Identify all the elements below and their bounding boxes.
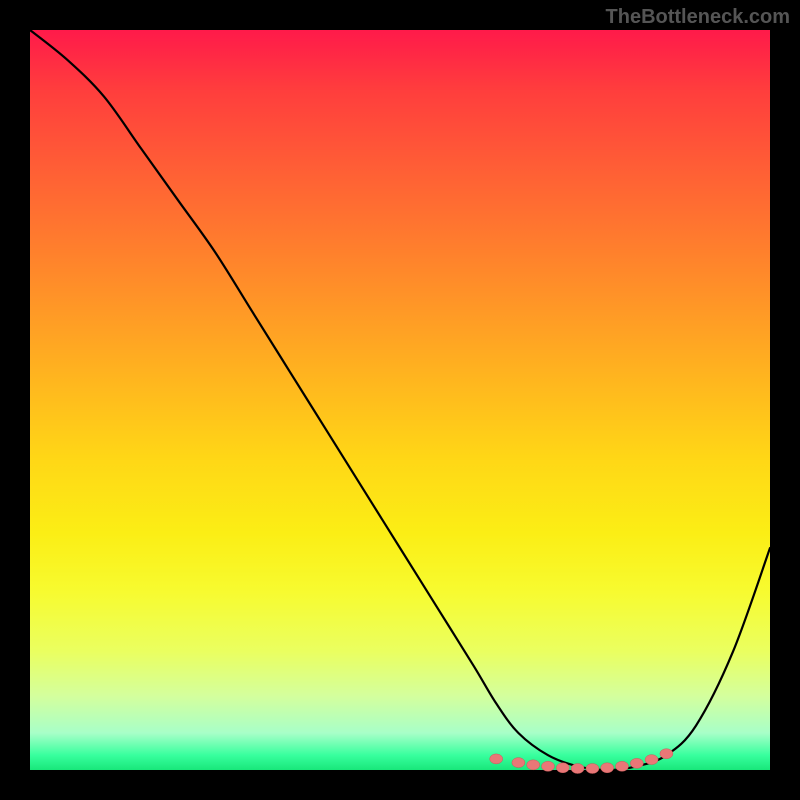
data-marker: [645, 755, 658, 765]
data-marker: [542, 761, 555, 771]
watermark-text: TheBottleneck.com: [606, 6, 790, 29]
data-marker: [571, 764, 584, 774]
data-marker: [490, 754, 503, 764]
data-marker: [630, 758, 643, 768]
plot-area: [30, 30, 770, 770]
data-marker: [527, 760, 540, 770]
data-markers: [490, 749, 673, 774]
bottleneck-curve: [30, 30, 770, 770]
data-marker: [586, 764, 599, 774]
data-marker: [616, 761, 629, 771]
data-marker: [556, 763, 569, 773]
data-marker: [601, 763, 614, 773]
data-marker: [512, 758, 525, 768]
chart-svg: [30, 30, 770, 770]
data-marker: [660, 749, 673, 759]
